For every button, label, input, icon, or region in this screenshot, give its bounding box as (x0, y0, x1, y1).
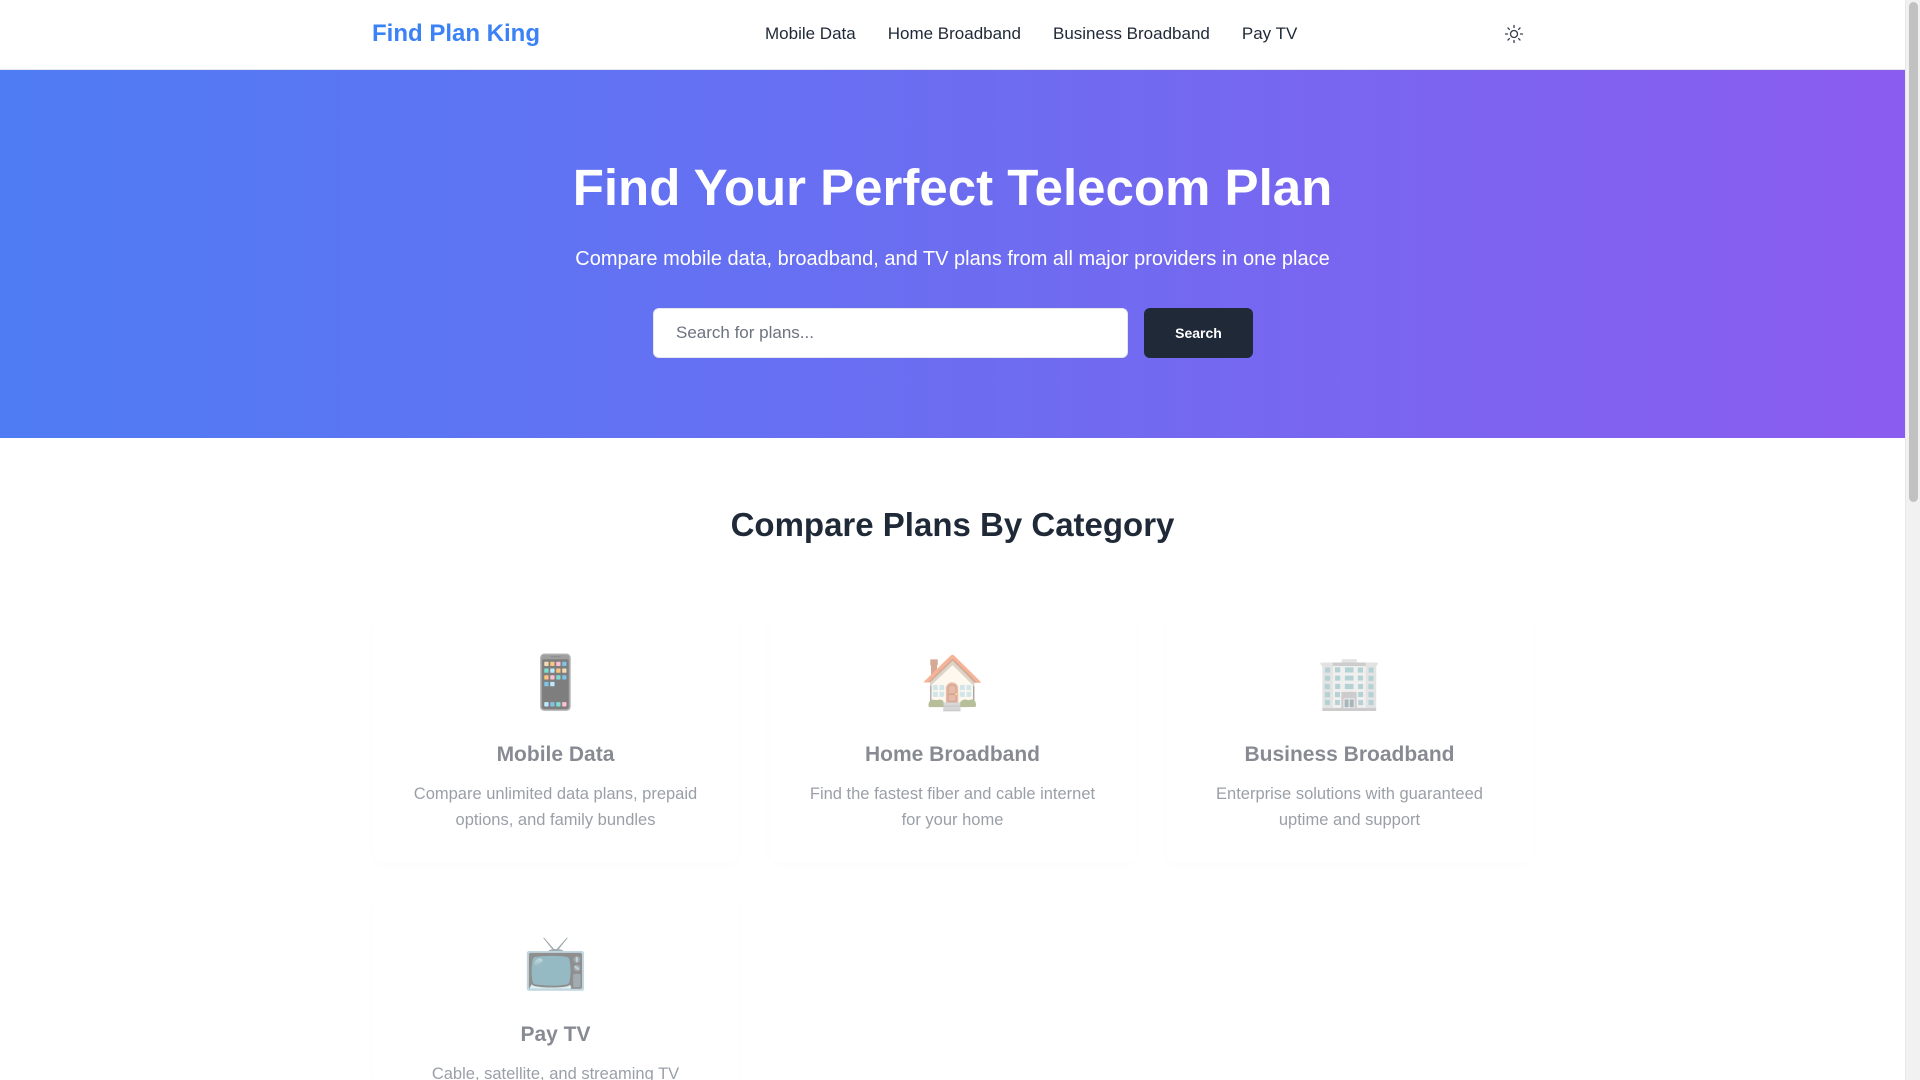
vertical-scrollbar[interactable] (1905, 0, 1920, 1080)
category-card-description: Enterprise solutions with guaranteed upt… (1216, 785, 1483, 829)
television-icon: 📺 (523, 934, 588, 992)
category-card-title: Home Broadband (864, 743, 1040, 766)
search-input[interactable] (653, 308, 1128, 358)
category-card-pay-tv[interactable]: 📺 Pay TV Cable, satellite, and streaming… (373, 895, 738, 1080)
category-card-home-broadband[interactable]: 🏠 Home Broadband Find the fastest fiber … (770, 615, 1135, 863)
hero-section: Find Your Perfect Telecom Plan Compare m… (0, 70, 1905, 438)
hero-subtitle: Compare mobile data, broadband, and TV p… (575, 248, 1330, 270)
hero-title: Find Your Perfect Telecom Plan (572, 159, 1333, 216)
nav-item-business-broadband[interactable]: Business Broadband (1053, 24, 1210, 44)
category-card-title: Pay TV (520, 1023, 591, 1046)
scrollbar-thumb[interactable] (1909, 2, 1918, 502)
mobile-phone-icon: 📱 (523, 654, 588, 712)
category-card-description: Cable, satellite, and streaming TV (431, 1065, 680, 1080)
category-card-title: Business Broadband (1244, 743, 1455, 766)
category-card-title: Mobile Data (496, 743, 615, 766)
categories-title: Compare Plans By Category (730, 506, 1175, 543)
category-card-description: Find the fastest fiber and cable interne… (809, 785, 1096, 829)
category-card-description: Compare unlimited data plans, prepaid op… (413, 785, 698, 829)
main-nav: Mobile Data Home Broadband Business Broa… (765, 24, 1297, 44)
nav-item-mobile-data[interactable]: Mobile Data (765, 24, 856, 44)
search-button[interactable]: Search (1144, 308, 1253, 358)
nav-item-home-broadband[interactable]: Home Broadband (888, 24, 1021, 44)
site-header: Find Plan King Mobile Data Home Broadban… (0, 0, 1905, 70)
category-card-mobile-data[interactable]: 📱 Mobile Data Compare unlimited data pla… (373, 615, 738, 863)
house-icon: 🏠 (920, 654, 985, 712)
theme-toggle-button[interactable] (1501, 21, 1527, 47)
page: Find Plan King Mobile Data Home Broadban… (0, 0, 1920, 1080)
category-card-business-broadband[interactable]: 🏢 Business Broadband Enterprise solution… (1167, 615, 1532, 863)
nav-item-pay-tv[interactable]: Pay TV (1242, 24, 1297, 44)
sun-icon (1504, 24, 1524, 44)
brand-logo-link[interactable]: Find Plan King (372, 20, 540, 48)
office-building-icon: 🏢 (1317, 654, 1382, 712)
